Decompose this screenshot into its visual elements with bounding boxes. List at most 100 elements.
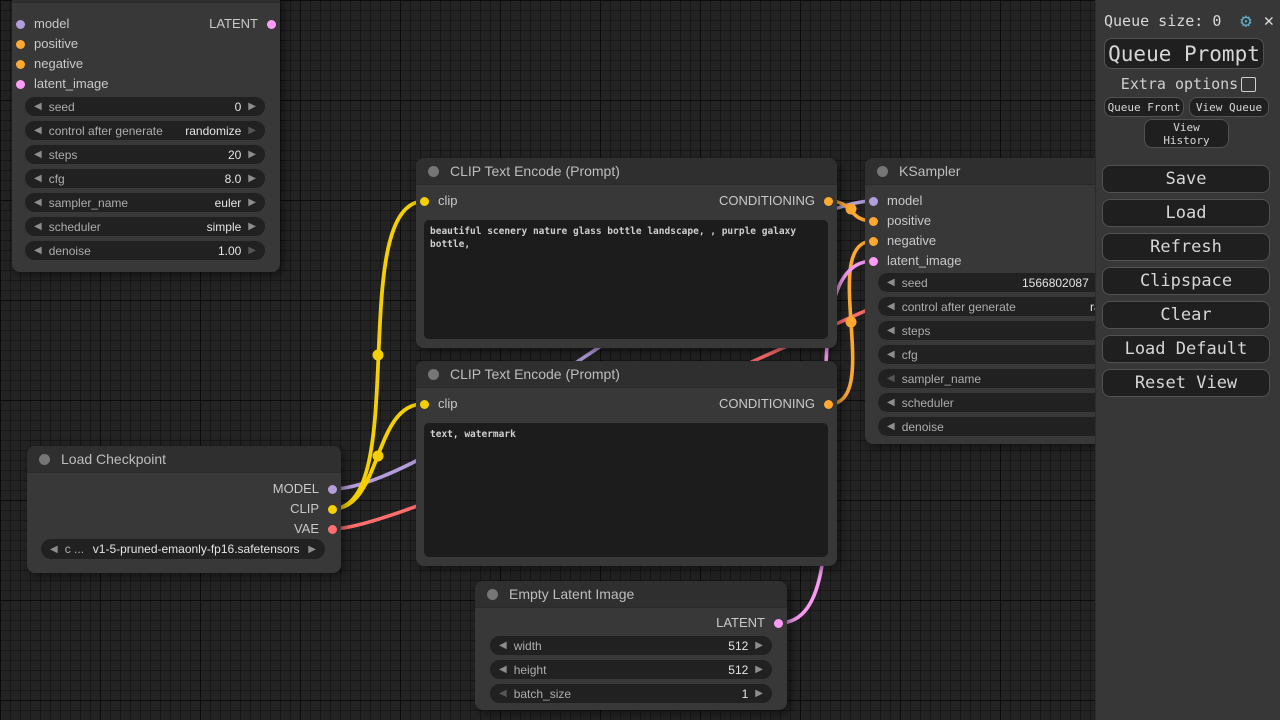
decrement-arrow-icon[interactable]: ◀ <box>34 193 42 212</box>
clear-button[interactable]: Clear <box>1102 301 1270 329</box>
view-queue-button[interactable]: View Queue <box>1189 97 1269 117</box>
latent-slot-icon[interactable] <box>869 257 878 266</box>
increment-arrow-icon[interactable]: ▶ <box>308 540 316 559</box>
widget-control-after-generate[interactable]: ◀control after generaterandomize▶ <box>25 121 265 140</box>
positive-prompt-textarea[interactable]: beautiful scenery nature glass bottle la… <box>424 220 828 339</box>
model-slot-icon[interactable] <box>869 197 878 206</box>
decrement-arrow-icon[interactable]: ◀ <box>887 273 895 292</box>
settings-gear-icon[interactable]: ⚙ <box>1240 11 1251 31</box>
collapse-dot-icon[interactable] <box>487 589 498 600</box>
widget-cfg[interactable]: ◀cfg8.0▶ <box>25 169 265 188</box>
clip-slot-icon[interactable] <box>420 197 429 206</box>
load-button[interactable]: Load <box>1102 199 1270 227</box>
save-button[interactable]: Save <box>1102 165 1270 193</box>
input-slot-clip[interactable]: clip <box>420 394 458 414</box>
decrement-arrow-icon[interactable]: ◀ <box>887 393 895 412</box>
clip-slot-icon[interactable] <box>420 400 429 409</box>
conditioning-slot-icon[interactable] <box>824 197 833 206</box>
decrement-arrow-icon[interactable]: ◀ <box>34 217 42 236</box>
widget-seed[interactable]: ◀seed0▶ <box>25 97 265 116</box>
collapse-dot-icon[interactable] <box>428 369 439 380</box>
queue-front-button[interactable]: Queue Front <box>1104 97 1184 117</box>
decrement-arrow-icon[interactable]: ◀ <box>499 684 507 703</box>
reset-view-button[interactable]: Reset View <box>1102 369 1270 397</box>
increment-arrow-icon[interactable]: ▶ <box>248 193 256 212</box>
node-clip-text-encode-positive[interactable]: CLIP Text Encode (Prompt) clip CONDITION… <box>416 158 837 348</box>
widget-sampler-name[interactable]: ◀sampler_nameeuler▶ <box>25 193 265 212</box>
model-slot-icon[interactable] <box>328 485 337 494</box>
refresh-button[interactable]: Refresh <box>1102 233 1270 261</box>
widget-batch-size[interactable]: ◀batch_size1▶ <box>490 684 772 703</box>
input-slot-model[interactable]: model <box>16 14 69 34</box>
latent-slot-icon[interactable] <box>774 619 783 628</box>
node-title-bar[interactable]: Empty Latent Image <box>475 581 787 608</box>
input-slot-clip[interactable]: clip <box>420 191 458 211</box>
input-slot-latent-image[interactable]: latent_image <box>16 74 108 94</box>
node-title-bar[interactable]: KSampler <box>12 0 280 3</box>
decrement-arrow-icon[interactable]: ◀ <box>50 540 58 559</box>
input-slot-latent-image[interactable]: latent_image <box>869 251 961 271</box>
node-load-checkpoint[interactable]: Load Checkpoint MODEL CLIP VAE ◀c ...v1-… <box>27 446 341 573</box>
widget-ckpt-name[interactable]: ◀c ...v1-5-pruned-emaonly-fp16.safetenso… <box>41 539 325 559</box>
decrement-arrow-icon[interactable]: ◀ <box>34 241 42 260</box>
collapse-dot-icon[interactable] <box>39 454 50 465</box>
negative-prompt-textarea[interactable]: text, watermark <box>424 423 828 557</box>
widget-scheduler[interactable]: ◀schedulersimple▶ <box>25 217 265 236</box>
output-slot-conditioning[interactable]: CONDITIONING <box>719 191 833 211</box>
collapse-dot-icon[interactable] <box>428 166 439 177</box>
conditioning-slot-icon[interactable] <box>16 60 25 69</box>
widget-height[interactable]: ◀height512▶ <box>490 660 772 679</box>
input-slot-negative[interactable]: negative <box>16 54 83 74</box>
node-clip-text-encode-negative[interactable]: CLIP Text Encode (Prompt) clip CONDITION… <box>416 361 837 566</box>
decrement-arrow-icon[interactable]: ◀ <box>34 121 42 140</box>
decrement-arrow-icon[interactable]: ◀ <box>887 417 895 436</box>
conditioning-slot-icon[interactable] <box>869 237 878 246</box>
load-default-button[interactable]: Load Default <box>1102 335 1270 363</box>
node-empty-latent-image[interactable]: Empty Latent Image LATENT ◀width512▶ ◀he… <box>475 581 787 710</box>
conditioning-slot-icon[interactable] <box>16 40 25 49</box>
node-title-bar[interactable]: CLIP Text Encode (Prompt) <box>416 361 837 388</box>
node-title-bar[interactable]: Load Checkpoint <box>27 446 341 473</box>
conditioning-slot-icon[interactable] <box>824 400 833 409</box>
input-slot-model[interactable]: model <box>869 191 922 211</box>
output-slot-latent[interactable]: LATENT <box>209 14 276 34</box>
queue-prompt-button[interactable]: Queue Prompt <box>1104 38 1264 69</box>
widget-width[interactable]: ◀width512▶ <box>490 636 772 655</box>
output-slot-model[interactable]: MODEL <box>273 479 337 499</box>
increment-arrow-icon[interactable]: ▶ <box>755 660 763 679</box>
decrement-arrow-icon[interactable]: ◀ <box>887 369 895 388</box>
increment-arrow-icon[interactable]: ▶ <box>248 97 256 116</box>
collapse-dot-icon[interactable] <box>877 166 888 177</box>
conditioning-slot-icon[interactable] <box>869 217 878 226</box>
input-slot-positive[interactable]: positive <box>869 211 931 231</box>
decrement-arrow-icon[interactable]: ◀ <box>499 660 507 679</box>
output-slot-conditioning[interactable]: CONDITIONING <box>719 394 833 414</box>
node-title-bar[interactable]: CLIP Text Encode (Prompt) <box>416 158 837 185</box>
input-slot-negative[interactable]: negative <box>869 231 936 251</box>
decrement-arrow-icon[interactable]: ◀ <box>887 321 895 340</box>
decrement-arrow-icon[interactable]: ◀ <box>887 345 895 364</box>
increment-arrow-icon[interactable]: ▶ <box>248 217 256 236</box>
decrement-arrow-icon[interactable]: ◀ <box>34 145 42 164</box>
decrement-arrow-icon[interactable]: ◀ <box>887 297 895 316</box>
increment-arrow-icon[interactable]: ▶ <box>755 636 763 655</box>
increment-arrow-icon[interactable]: ▶ <box>248 121 256 140</box>
decrement-arrow-icon[interactable]: ◀ <box>499 636 507 655</box>
increment-arrow-icon[interactable]: ▶ <box>755 684 763 703</box>
widget-denoise[interactable]: ◀denoise1.00▶ <box>25 241 265 260</box>
node-ksampler-left[interactable]: KSampler model positive negative latent_… <box>12 0 280 272</box>
increment-arrow-icon[interactable]: ▶ <box>248 145 256 164</box>
view-history-button[interactable]: View History <box>1144 119 1229 148</box>
latent-slot-icon[interactable] <box>16 80 25 89</box>
output-slot-vae[interactable]: VAE <box>294 519 337 539</box>
close-icon[interactable]: ✕ <box>1264 11 1274 31</box>
model-slot-icon[interactable] <box>16 20 25 29</box>
clipspace-button[interactable]: Clipspace <box>1102 267 1270 295</box>
input-slot-positive[interactable]: positive <box>16 34 78 54</box>
vae-slot-icon[interactable] <box>328 525 337 534</box>
clip-slot-icon[interactable] <box>328 505 337 514</box>
widget-steps[interactable]: ◀steps20▶ <box>25 145 265 164</box>
extra-options-checkbox[interactable] <box>1241 77 1256 92</box>
increment-arrow-icon[interactable]: ▶ <box>248 169 256 188</box>
latent-slot-icon[interactable] <box>267 20 276 29</box>
